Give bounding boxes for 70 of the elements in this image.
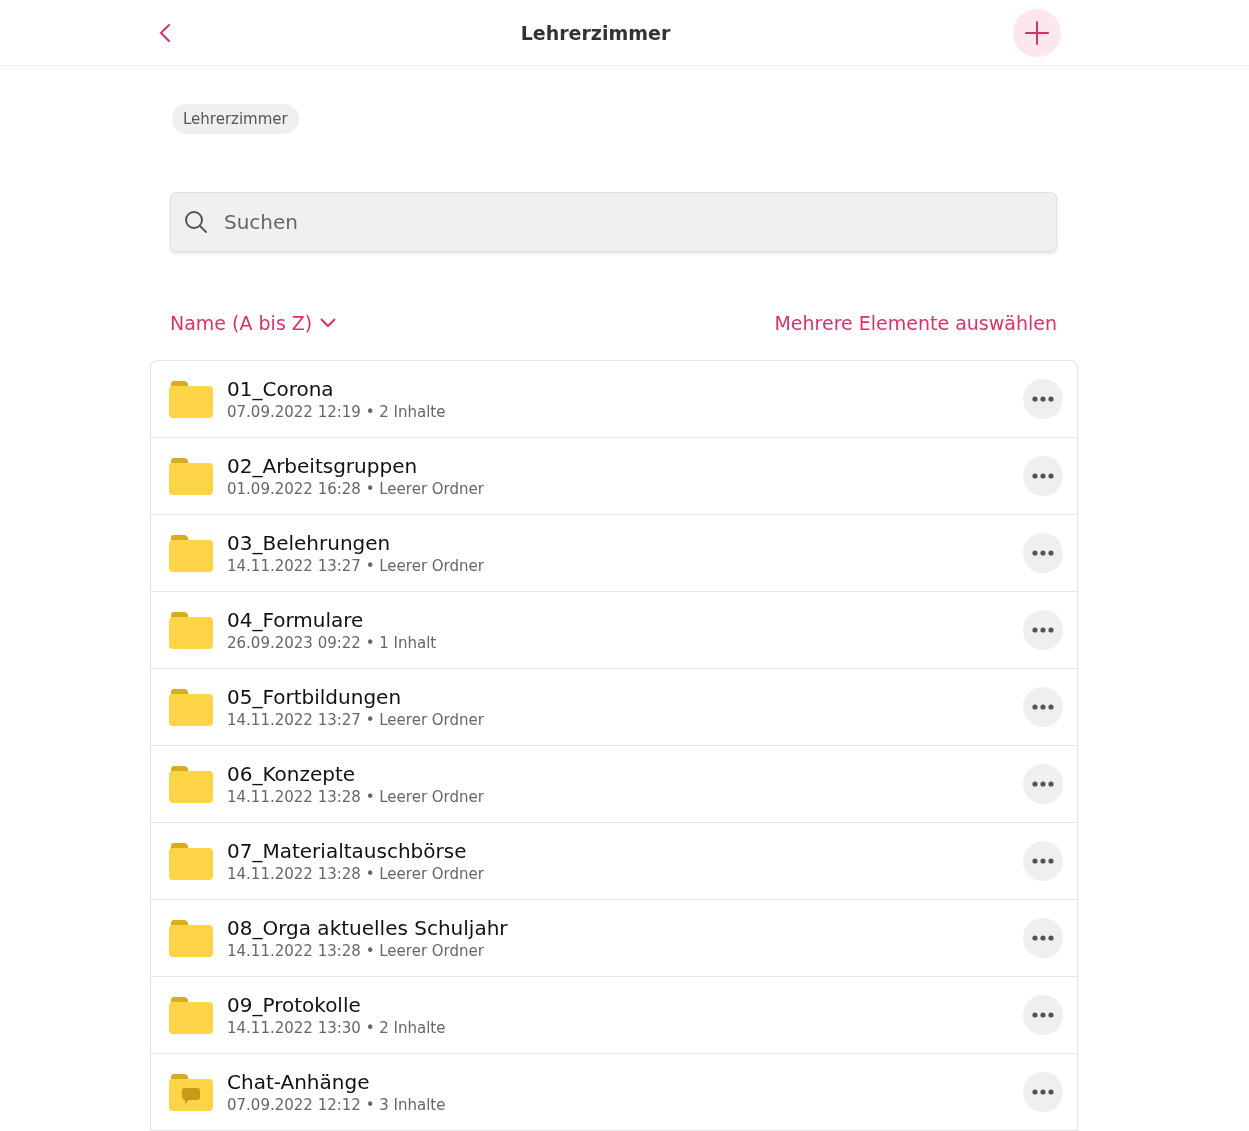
plus-icon <box>1024 19 1050 46</box>
more-options-button[interactable] <box>1023 379 1063 419</box>
folder-row[interactable]: 03_Belehrungen 14.11.2022 13:27 • Leerer Ordner <box>151 515 1077 592</box>
folder-row[interactable]: 05_Fortbildungen 14.11.2022 13:27 • Leerer Ordner <box>151 669 1077 746</box>
select-multiple-link[interactable]: Mehrere Elemente auswählen <box>774 312 1057 334</box>
folder-row[interactable]: 01_Corona 07.09.2022 12:19 • 2 Inhalte <box>151 361 1077 438</box>
back-icon <box>158 21 172 44</box>
folder-row[interactable]: 04_Formulare 26.09.2023 09:22 • 1 Inhalt <box>151 592 1077 669</box>
add-button[interactable] <box>1013 8 1061 57</box>
folder-name: 06_Konzepte <box>227 762 357 786</box>
folder-icon <box>169 996 213 1034</box>
folder-row[interactable]: 08_Orga aktuelles Schuljahr 14.11.2022 13:28 • Leerer Ordner <box>151 900 1077 977</box>
folder-name: 02_Arbeitsgruppen <box>227 454 419 478</box>
folder-icon <box>169 765 213 803</box>
folder-name: 08_Orga aktuelles Schuljahr <box>227 916 509 940</box>
folder-name: 03_Belehrungen <box>227 531 392 555</box>
folder-row[interactable]: 09_Protokolle 14.11.2022 13:30 • 2 Inhalte <box>151 977 1077 1054</box>
folder-meta: 14.11.2022 13:28 • Leerer Ordner <box>227 865 485 883</box>
ellipsis-icon <box>1032 1089 1054 1095</box>
folder-icon <box>169 688 213 726</box>
more-options-button[interactable] <box>1023 533 1063 573</box>
folder-meta: 07.09.2022 12:19 • 2 Inhalte <box>227 403 447 421</box>
folder-meta: 14.11.2022 13:28 • Leerer Ordner <box>227 788 485 806</box>
ellipsis-icon <box>1032 1012 1054 1018</box>
folder-icon <box>169 611 213 649</box>
breadcrumb-chip[interactable]: Lehrerzimmer <box>172 104 299 134</box>
folder-name: 04_Formulare <box>227 608 365 632</box>
folder-meta: 14.11.2022 13:28 • Leerer Ordner <box>227 942 485 960</box>
folder-icon <box>169 380 213 418</box>
ellipsis-icon <box>1032 935 1054 941</box>
folder-row[interactable]: 06_Konzepte 14.11.2022 13:28 • Leerer Ordner <box>151 746 1077 823</box>
folder-row[interactable]: 07_Materialtauschbörse 14.11.2022 13:28 • Leerer Ordner <box>151 823 1077 900</box>
more-options-button[interactable] <box>1023 764 1063 804</box>
ellipsis-icon <box>1032 858 1054 864</box>
more-options-button[interactable] <box>1023 918 1063 958</box>
folder-name: Chat-Anhänge <box>227 1070 371 1094</box>
folder-meta: 26.09.2023 09:22 • 1 Inhalt <box>227 634 438 652</box>
ellipsis-icon <box>1032 473 1054 479</box>
folder-name: 01_Corona <box>227 377 335 401</box>
folder-meta: 07.09.2022 12:12 • 3 Inhalte <box>227 1096 447 1114</box>
more-options-button[interactable] <box>1023 687 1063 727</box>
folder-name: 09_Protokolle <box>227 993 362 1017</box>
folder-meta: 14.11.2022 13:27 • Leerer Ordner <box>227 711 485 729</box>
folder-icon <box>169 919 213 957</box>
folder-row[interactable]: Chat-Anhänge 07.09.2022 12:12 • 3 Inhalte <box>151 1054 1077 1131</box>
folder-icon <box>169 842 213 880</box>
ellipsis-icon <box>1032 704 1054 710</box>
more-options-button[interactable] <box>1023 995 1063 1035</box>
more-options-button[interactable] <box>1023 1072 1063 1112</box>
folder-row[interactable]: 02_Arbeitsgruppen 01.09.2022 16:28 • Leerer Ordner <box>151 438 1077 515</box>
chat-folder-icon <box>169 1073 213 1111</box>
folder-meta: 14.11.2022 13:27 • Leerer Ordner <box>227 557 485 575</box>
folder-icon <box>169 457 213 495</box>
folder-name: 07_Materialtauschbörse <box>227 839 468 863</box>
folder-icon <box>169 534 213 572</box>
search-icon <box>183 209 209 235</box>
more-options-button[interactable] <box>1023 456 1063 496</box>
more-options-button[interactable] <box>1023 610 1063 650</box>
search-field[interactable]: Suchen <box>170 192 1057 252</box>
sort-dropdown[interactable]: Name (A bis Z) <box>170 312 337 334</box>
chevron-down-icon <box>320 318 337 328</box>
folder-name: 05_Fortbildungen <box>227 685 403 709</box>
ellipsis-icon <box>1032 627 1054 633</box>
ellipsis-icon <box>1032 396 1054 402</box>
ellipsis-icon <box>1032 781 1054 787</box>
ellipsis-icon <box>1032 550 1054 556</box>
folder-meta: 01.09.2022 16:28 • Leerer Ordner <box>227 480 485 498</box>
folder-meta: 14.11.2022 13:30 • 2 Inhalte <box>227 1019 447 1037</box>
more-options-button[interactable] <box>1023 841 1063 881</box>
page-title: Lehrerzimmer <box>520 21 671 44</box>
